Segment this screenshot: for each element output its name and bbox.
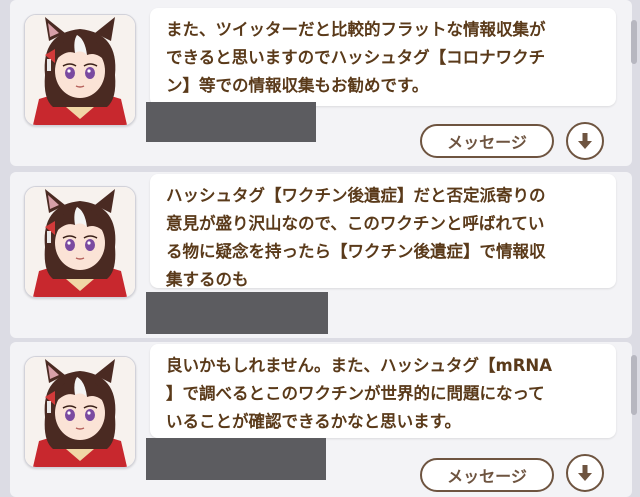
message-bubble-1: また、ツイッターだと比較的フラットな情報収集が できると思いますのでハッシュタグ… (150, 8, 616, 106)
redacted-name-1 (146, 102, 316, 142)
chat-row-3: 良いかもしれません。また、ハッシュタグ【mRNA 】で調べるとこのワクチンが世界… (10, 342, 632, 497)
redacted-name-2 (146, 292, 328, 334)
scrollbar-thumb[interactable] (631, 20, 637, 64)
avatar (24, 186, 136, 298)
message-button-label: メッセージ (447, 467, 527, 486)
message-text-2: ハッシュタグ【ワクチン後遺症】だと否定派寄りの 意見が盛り沢山なので、このワクチ… (166, 186, 546, 289)
arrow-down-icon (578, 465, 592, 481)
message-text-1: また、ツイッターだと比較的フラットな情報収集が できると思いますのでハッシュタグ… (166, 20, 546, 95)
message-bubble-2: ハッシュタグ【ワクチン後遺症】だと否定派寄りの 意見が盛り沢山なので、このワクチ… (150, 174, 616, 289)
message-bubble-3: 良いかもしれません。また、ハッシュタグ【mRNA 】で調べるとこのワクチンが世界… (150, 344, 616, 438)
avatar (24, 356, 136, 468)
chat-row-2: ハッシュタグ【ワクチン後遺症】だと否定派寄りの 意見が盛り沢山なので、このワクチ… (10, 172, 632, 338)
redacted-name-3 (146, 438, 326, 480)
scroll-down-button-1[interactable] (566, 122, 604, 160)
avatar (24, 14, 136, 126)
scroll-down-button-2[interactable] (566, 454, 604, 492)
message-text-3: 良いかもしれません。また、ハッシュタグ【mRNA 】で調べるとこのワクチンが世界… (166, 356, 552, 431)
message-button-2[interactable]: メッセージ (420, 458, 554, 492)
message-button-1[interactable]: メッセージ (420, 124, 554, 158)
chat-row-1: また、ツイッターだと比較的フラットな情報収集が できると思いますのでハッシュタグ… (10, 0, 632, 166)
scrollbar-thumb[interactable] (631, 355, 637, 415)
message-button-label: メッセージ (447, 133, 527, 152)
scrollbar[interactable] (630, 0, 638, 497)
arrow-down-icon (578, 133, 592, 149)
